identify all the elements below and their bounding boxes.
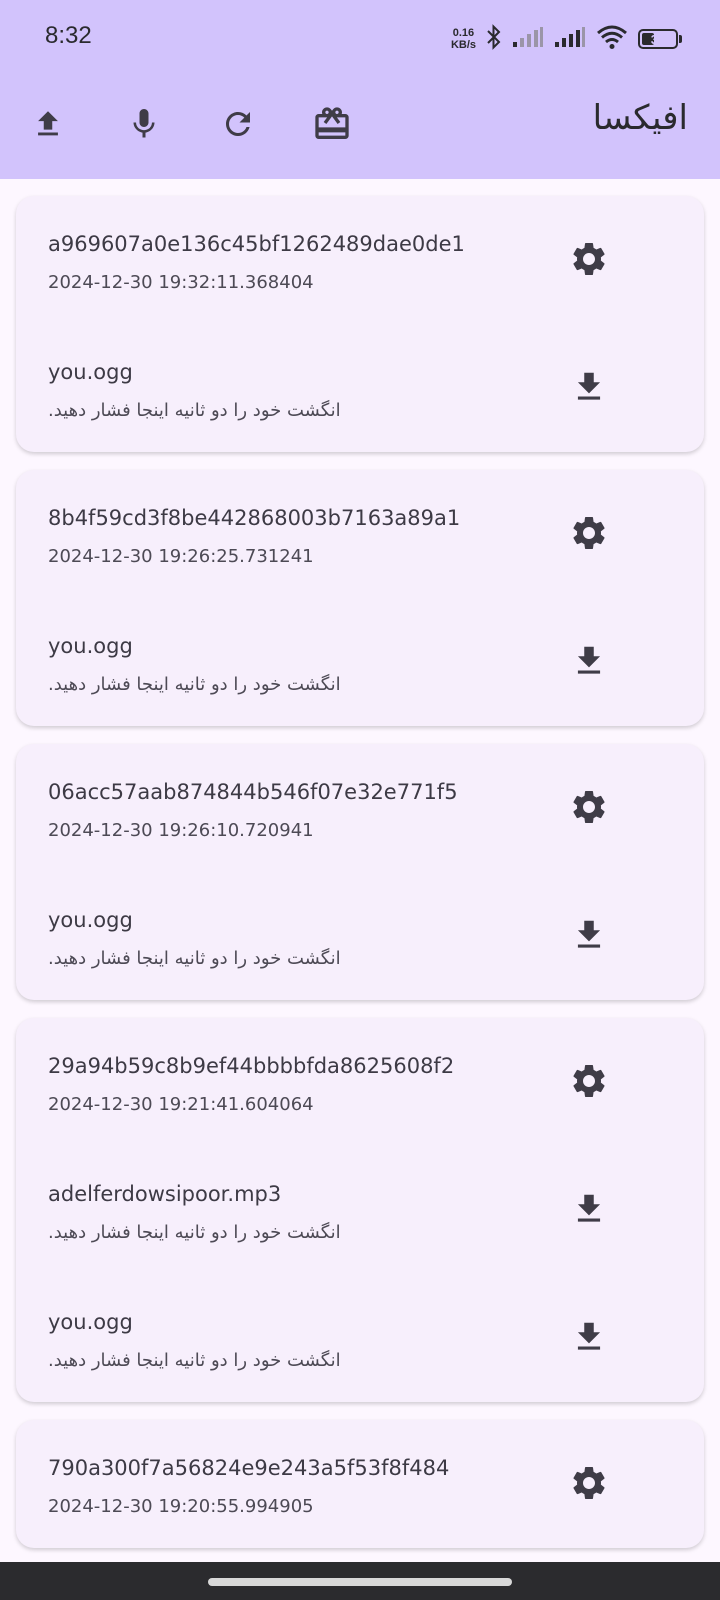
file-item[interactable]: you.ogg انگشت خود را دو ثانیه اینجا فشار … — [48, 598, 672, 726]
gear-icon — [569, 239, 609, 283]
battery-icon: 38 — [638, 29, 682, 49]
status-time: 8:32 — [45, 22, 92, 49]
wifi-icon — [596, 24, 628, 54]
download-icon — [570, 1190, 608, 1232]
toolbar: افیکسا — [0, 80, 720, 179]
network-speed: 0.16 KB/s — [451, 27, 476, 51]
job-settings-button[interactable] — [564, 236, 614, 286]
job-timestamp: 2024-12-30 19:21:41.604064 — [48, 1094, 314, 1115]
app-title: افیکسا — [592, 98, 688, 138]
file-hint: انگشت خود را دو ثانیه اینجا فشار دهید. — [48, 674, 341, 695]
job-card: 29a94b59c8b9ef44bbbbfda8625608f2 2024-12-… — [16, 1018, 704, 1402]
job-timestamp: 2024-12-30 19:32:11.368404 — [48, 272, 314, 293]
app-bar: 8:32 0.16 KB/s 38 افیکسا — [0, 0, 720, 179]
download-button[interactable] — [564, 912, 614, 962]
job-list: a969607a0e136c45bf1262489dae0de1 2024-12-… — [16, 196, 704, 1566]
job-timestamp: 2024-12-30 19:26:25.731241 — [48, 546, 314, 567]
job-settings-button[interactable] — [564, 1058, 614, 1108]
file-name: adelferdowsipoor.mp3 — [48, 1182, 282, 1206]
job-settings-button[interactable] — [564, 784, 614, 834]
job-card: 06acc57aab874844b546f07e32e771f5 2024-12-… — [16, 744, 704, 1000]
refresh-button[interactable] — [212, 98, 264, 150]
file-name: you.ogg — [48, 1310, 133, 1334]
file-hint: انگشت خود را دو ثانیه اینجا فشار دهید. — [48, 948, 341, 969]
job-header: 06acc57aab874844b546f07e32e771f5 2024-12-… — [48, 744, 672, 872]
job-id: 790a300f7a56824e9e243a5f53f8f484 — [48, 1456, 450, 1480]
signal-strength-icon-2 — [554, 26, 586, 52]
gear-icon — [569, 1061, 609, 1105]
upload-icon — [38, 111, 58, 136]
file-name: you.ogg — [48, 634, 133, 658]
network-speed-value: 0.16 — [452, 27, 475, 39]
job-settings-button[interactable] — [564, 1460, 614, 1510]
gear-icon — [569, 787, 609, 831]
signal-strength-icon — [512, 26, 544, 52]
job-timestamp: 2024-12-30 19:26:10.720941 — [48, 820, 314, 841]
file-name: you.ogg — [48, 908, 133, 932]
job-header: 790a300f7a56824e9e243a5f53f8f484 2024-12-… — [48, 1420, 672, 1548]
download-icon — [570, 916, 608, 958]
upload-button[interactable] — [22, 98, 74, 150]
job-card: a969607a0e136c45bf1262489dae0de1 2024-12-… — [16, 196, 704, 452]
job-id: 8b4f59cd3f8be442868003b7163a89a1 — [48, 506, 461, 530]
file-item[interactable]: you.ogg انگشت خود را دو ثانیه اینجا فشار … — [48, 324, 672, 452]
job-card: 790a300f7a56824e9e243a5f53f8f484 2024-12-… — [16, 1420, 704, 1548]
file-hint: انگشت خود را دو ثانیه اینجا فشار دهید. — [48, 400, 341, 421]
download-icon — [570, 1318, 608, 1360]
file-item[interactable]: you.ogg انگشت خود را دو ثانیه اینجا فشار … — [48, 1274, 672, 1402]
download-button[interactable] — [564, 1186, 614, 1236]
job-settings-button[interactable] — [564, 510, 614, 560]
gear-icon — [569, 513, 609, 557]
job-id: 29a94b59c8b9ef44bbbbfda8625608f2 — [48, 1054, 455, 1078]
home-gesture-handle[interactable] — [208, 1578, 512, 1586]
job-header: 8b4f59cd3f8be442868003b7163a89a1 2024-12-… — [48, 470, 672, 598]
battery-level: 38 — [650, 31, 666, 47]
job-id: 06acc57aab874844b546f07e32e771f5 — [48, 780, 458, 804]
network-speed-unit: KB/s — [450, 39, 476, 51]
file-item[interactable]: adelferdowsipoor.mp3 انگشت خود را دو ثانی… — [48, 1146, 672, 1274]
download-button[interactable] — [564, 1314, 614, 1364]
record-button[interactable] — [118, 98, 170, 150]
refresh-icon — [226, 112, 250, 136]
job-timestamp: 2024-12-30 19:20:55.994905 — [48, 1496, 314, 1517]
gear-icon — [569, 1463, 609, 1507]
file-hint: انگشت خود را دو ثانیه اینجا فشار دهید. — [48, 1222, 341, 1243]
job-header: a969607a0e136c45bf1262489dae0de1 2024-12-… — [48, 196, 672, 324]
job-card: 8b4f59cd3f8be442868003b7163a89a1 2024-12-… — [16, 470, 704, 726]
download-button[interactable] — [564, 364, 614, 414]
gift-icon — [315, 107, 349, 139]
status-bar: 8:32 0.16 KB/s 38 — [0, 0, 720, 80]
system-nav-bar — [0, 1562, 720, 1600]
file-name: you.ogg — [48, 360, 133, 384]
file-hint: انگشت خود را دو ثانیه اینجا فشار دهید. — [48, 1350, 341, 1371]
gift-button[interactable] — [306, 98, 358, 150]
download-icon — [570, 642, 608, 684]
status-icons: 0.16 KB/s 38 — [451, 22, 682, 56]
job-header: 29a94b59c8b9ef44bbbbfda8625608f2 2024-12-… — [48, 1018, 672, 1146]
file-item[interactable]: you.ogg انگشت خود را دو ثانیه اینجا فشار … — [48, 872, 672, 1000]
download-icon — [570, 368, 608, 410]
microphone-icon — [133, 109, 155, 138]
job-id: a969607a0e136c45bf1262489dae0de1 — [48, 232, 465, 256]
download-button[interactable] — [564, 638, 614, 688]
bluetooth-icon — [486, 24, 502, 54]
